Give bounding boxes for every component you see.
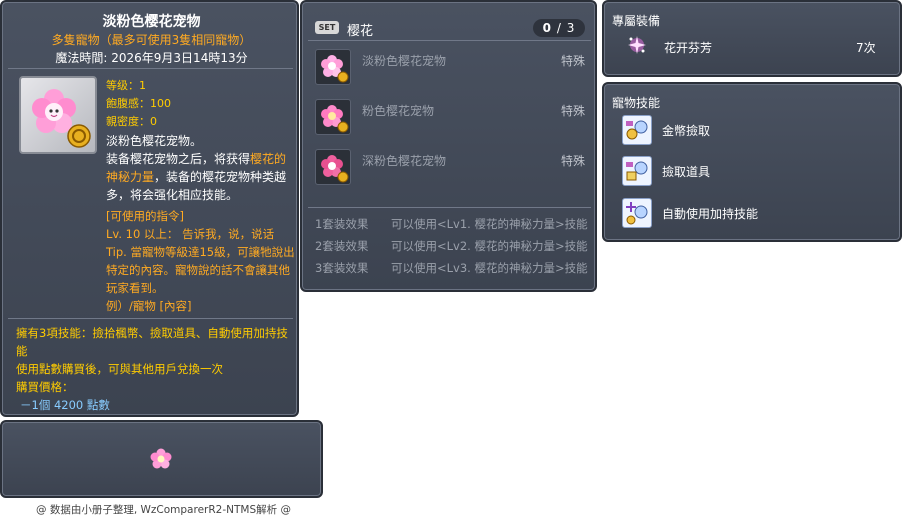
item-subtitle: 多隻寵物（最多可使用3隻相同寵物） — [51, 33, 252, 47]
set-item-name: 深粉色樱花宠物 — [362, 154, 447, 168]
set-panel: SET 樱花 0 / 3 淡粉色樱花宠物 特殊 粉色樱花宠物 特殊 深粉色樱花宠… — [300, 0, 597, 292]
set-count-total: 3 — [566, 21, 576, 35]
set-item-name: 粉色樱花宠物 — [362, 104, 435, 118]
credit-footer: @ 数据由小册子整理, WzComparerR2-NTMS解析 @ — [36, 504, 291, 516]
skill-row: 自動使用加持技能 — [622, 198, 892, 230]
set-count-separator: / — [556, 21, 562, 35]
set-effect-label: 3套装效果 — [315, 261, 369, 275]
skill-name: 自動使用加持技能 — [662, 207, 759, 221]
item-tooltip: 淡粉色樱花宠物 多隻寵物（最多可使用3隻相同寵物） 魔法時間: 2026年9月3… — [0, 0, 299, 417]
deep-pink-sakura-pet-icon — [315, 149, 351, 185]
skills-summary: 擁有3項技能：撿拾楓幣、撿取道具、自動使用加持技能 — [16, 326, 288, 358]
purchase-info: 擁有3項技能：撿拾楓幣、撿取道具、自動使用加持技能 使用點數購買後，可與其他用戶… — [16, 324, 292, 414]
pet-skills-panel: 寵物技能 金幣撿取 撿取道具 自動使用加持技能 — [602, 82, 902, 242]
exclusive-equip-title: 專屬裝備 — [612, 14, 661, 28]
commands-example: 例）/寵物 [內容] — [106, 299, 192, 313]
pet-fullness: 飽腹感：100 — [106, 97, 171, 110]
pet-icon-frame — [19, 76, 97, 154]
commands-title: [可使用的指令] — [106, 209, 184, 223]
set-effect: 1套装效果 可以使用<Lv1. 樱花的神秘力量>技能 — [315, 216, 595, 232]
pale-pink-sakura-pet-icon — [315, 49, 351, 85]
divider — [8, 318, 293, 319]
flower-fragrance-icon — [628, 36, 646, 54]
set-item-type: 特殊 — [560, 154, 585, 168]
skill-row: 撿取道具 — [622, 156, 892, 188]
auto-buff-skill-icon — [622, 198, 652, 228]
set-effect-text: 可以使用<Lv2. 樱花的神秘力量>技能 — [391, 239, 588, 253]
set-count: 0 / 3 — [533, 19, 585, 37]
skill-name: 金幣撿取 — [662, 124, 711, 138]
set-effect: 3套装效果 可以使用<Lv3. 樱花的神秘力量>技能 — [315, 260, 595, 276]
item-title: 淡粉色樱花宠物 — [102, 14, 201, 30]
desc-line1: 淡粉色樱花宠物。 — [106, 134, 203, 148]
price-label: 購買價格： — [16, 380, 74, 394]
set-effect: 2套装效果 可以使用<Lv2. 樱花的神秘力量>技能 — [315, 238, 595, 254]
set-item-row: 深粉色樱花宠物 特殊 — [315, 149, 587, 189]
magic-time: 魔法時間: 2026年9月3日14時13分 — [55, 51, 248, 65]
pet-preview-panel — [0, 420, 323, 498]
coin-pickup-skill-icon — [622, 115, 652, 145]
pet-closeness: 親密度：0 — [106, 115, 157, 128]
skill-row: 金幣撿取 — [622, 115, 892, 147]
set-item-row: 淡粉色樱花宠物 特殊 — [315, 49, 587, 89]
set-item-type: 特殊 — [560, 104, 585, 118]
set-effect-text: 可以使用<Lv3. 樱花的神秘力量>技能 — [391, 261, 588, 275]
item-description: 淡粉色樱花宠物。 装备樱花宠物之后，将获得樱花的神秘力量，装备的樱花宠物种类越多… — [106, 132, 294, 204]
set-item-row: 粉色樱花宠物 特殊 — [315, 99, 587, 139]
sakura-pet-icon — [32, 89, 91, 148]
skill-name: 撿取道具 — [662, 165, 711, 179]
exclusive-item-name: 花开芬芳 — [664, 41, 713, 55]
set-item-type: 特殊 — [560, 54, 585, 68]
divider — [8, 68, 293, 69]
set-effect-label: 1套装效果 — [315, 217, 369, 231]
commands-body: Lv. 10 以上： 告诉我，说，说话 Tip. 當寵物等級達15級，可讓牠說出… — [106, 227, 295, 295]
exchange-note: 使用點數購買後，可與其他用戶兌換一次 — [16, 362, 223, 376]
set-name: 樱花 — [347, 24, 374, 39]
set-effect-label: 2套装效果 — [315, 239, 369, 253]
set-item-name: 淡粉色樱花宠物 — [362, 54, 447, 68]
pet-level: 等级：1 — [106, 79, 146, 92]
divider — [308, 40, 591, 41]
pink-sakura-pet-icon — [315, 99, 351, 135]
price-value: －1個 4200 點數 — [20, 398, 110, 412]
pet-sprite-icon — [150, 448, 172, 469]
commands-section: [可使用的指令] Lv. 10 以上： 告诉我，说，说话 Tip. 當寵物等級達… — [106, 207, 296, 315]
exclusive-equip-panel: 專屬裝備 花开芬芳 7次 — [602, 0, 902, 77]
exclusive-item-count: 7次 — [856, 41, 876, 55]
pet-skills-title: 寵物技能 — [612, 96, 661, 110]
desc-part-a: 装备樱花宠物之后，将获得 — [106, 152, 251, 166]
item-pickup-skill-icon — [622, 156, 652, 186]
set-count-current: 0 — [542, 21, 552, 35]
set-badge: SET — [315, 21, 339, 34]
set-effect-text: 可以使用<Lv1. 樱花的神秘力量>技能 — [391, 217, 588, 231]
divider — [308, 207, 591, 208]
